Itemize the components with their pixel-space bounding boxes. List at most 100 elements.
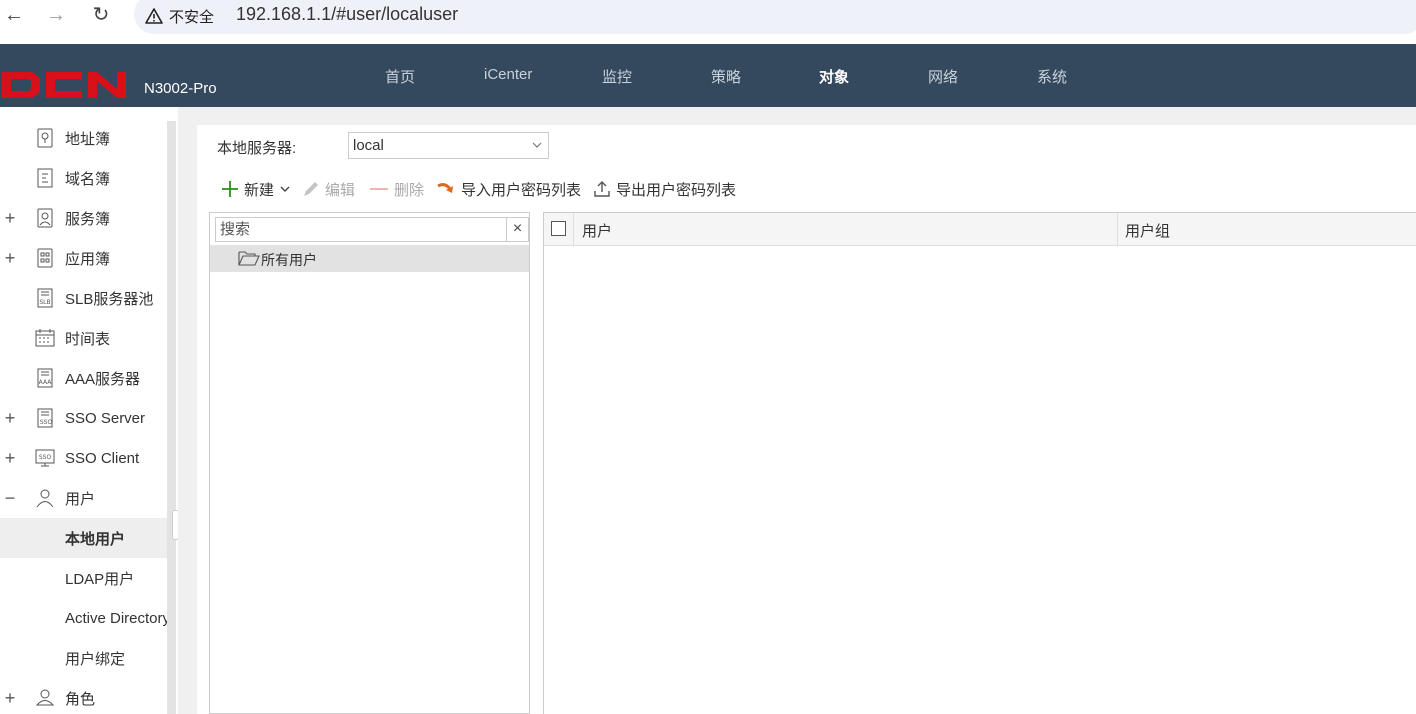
sidebar-item-label: Active Directory	[65, 609, 168, 627]
sidebar-item-label: SSO Server	[65, 409, 146, 427]
sidebar-item-slb-pool[interactable]: SLB SLB服务器池	[0, 278, 168, 318]
topnav-monitor[interactable]: 监控	[602, 66, 632, 87]
topnav-system[interactable]: 系统	[1037, 66, 1067, 87]
minus-icon	[370, 188, 388, 190]
topnav-home[interactable]: 首页	[385, 66, 415, 87]
sidebar-item-roles[interactable]: + 角色	[0, 678, 168, 714]
user-tree-panel	[209, 212, 530, 714]
new-button[interactable]: 新建	[221, 178, 295, 200]
back-arrow-icon[interactable]: ←	[2, 4, 26, 26]
sidebar-item-label: SSO Client	[65, 449, 140, 467]
sidebar-item-service-book[interactable]: + 服务簿	[0, 198, 168, 238]
sidebar: 地址簿 域名簿 + 服务簿 + 应用簿 SLB SLB服务器池 时间表 AAA …	[0, 107, 168, 714]
sidebar-item-domain-book[interactable]: 域名簿	[0, 158, 168, 198]
sidebar-item-label: LDAP用户	[65, 570, 135, 588]
user-table	[543, 212, 1416, 714]
sidebar-item-local-users[interactable]: 本地用户	[0, 518, 168, 558]
sidebar-item-label: 应用簿	[65, 250, 111, 268]
export-button[interactable]: 导出用户密码列表	[593, 178, 736, 200]
sidebar-scrollbar[interactable]	[167, 121, 176, 714]
server-select[interactable]: local	[348, 132, 549, 159]
select-all-checkbox[interactable]	[551, 221, 566, 236]
sidebar-item-label: 时间表	[65, 330, 111, 348]
export-icon	[594, 181, 610, 197]
sidebar-item-address-book[interactable]: 地址簿	[0, 118, 168, 158]
sidebar-item-app-book[interactable]: + 应用簿	[0, 238, 168, 278]
aaa-server-icon: AAA	[37, 368, 53, 388]
reload-icon[interactable]: ↻	[89, 4, 113, 26]
app-book-icon	[37, 248, 53, 268]
domain-book-icon	[37, 168, 53, 188]
chevron-down-icon	[280, 186, 290, 192]
calendar-icon	[35, 329, 55, 347]
edit-button[interactable]: 编辑	[302, 178, 355, 200]
sidebar-item-label: 用户绑定	[65, 650, 126, 668]
folder-open-icon	[238, 251, 260, 266]
topnav-policy[interactable]: 策略	[711, 66, 741, 87]
sso-server-icon: SSO	[37, 408, 53, 428]
user-icon	[36, 489, 54, 508]
sidebar-item-active-directory[interactable]: Active Directory	[0, 598, 168, 638]
sidebar-item-sso-server[interactable]: + SSO SSO Server	[0, 398, 168, 438]
topnav-icenter[interactable]: iCenter	[484, 66, 532, 83]
import-button[interactable]: 导入用户密码列表	[436, 178, 581, 200]
sidebar-item-label: 用户	[65, 490, 96, 508]
tree-node-all-users[interactable]: 所有用户	[210, 245, 529, 272]
server-label: 本地服务器:	[217, 140, 297, 157]
sidebar-item-ldap-users[interactable]: LDAP用户	[0, 558, 168, 598]
sidebar-item-sso-client[interactable]: + SSO SSO Client	[0, 438, 168, 478]
app-header: N3002-Pro	[0, 44, 1416, 107]
column-header-group[interactable]: 用户组	[1125, 220, 1170, 241]
svg-text:SSO: SSO	[40, 419, 53, 426]
device-model: N3002-Pro	[144, 80, 217, 97]
svg-text:AAA: AAA	[39, 379, 53, 386]
search-input[interactable]	[216, 218, 506, 241]
import-arrow-icon	[437, 183, 453, 193]
security-label: 不安全	[169, 8, 215, 26]
column-header-user[interactable]: 用户	[582, 220, 612, 241]
collapse-icon[interactable]: −	[3, 489, 17, 507]
chevron-down-icon	[532, 142, 542, 148]
browser-toolbar: ← → ↻ 不安全 192.168.1.1/#user/localuser	[0, 0, 1416, 44]
role-icon	[35, 689, 55, 706]
security-chip[interactable]: 不安全	[145, 5, 214, 27]
sidebar-item-label: AAA服务器	[65, 370, 141, 388]
expand-icon[interactable]: +	[3, 409, 17, 427]
close-icon[interactable]: ×	[506, 218, 528, 241]
expand-icon[interactable]: +	[3, 689, 17, 707]
sidebar-item-schedule[interactable]: 时间表	[0, 318, 168, 358]
sidebar-item-users[interactable]: − 用户	[0, 478, 168, 518]
svg-text:SLB: SLB	[39, 299, 50, 306]
warning-icon	[145, 8, 163, 24]
url-text[interactable]: 192.168.1.1/#user/localuser	[236, 4, 458, 25]
topnav-network[interactable]: 网络	[928, 66, 958, 87]
column-divider	[573, 213, 574, 246]
server-select-value: local	[353, 137, 384, 154]
dcn-logo	[2, 72, 126, 98]
map-pin-icon	[37, 128, 53, 148]
edit-label: 编辑	[325, 181, 356, 199]
search-box[interactable]: ×	[215, 217, 529, 242]
expand-icon[interactable]: +	[3, 249, 17, 267]
delete-button[interactable]: 删除	[369, 178, 424, 200]
slb-icon: SLB	[37, 288, 53, 308]
sidebar-item-label: 本地用户	[65, 530, 126, 548]
new-label: 新建	[244, 181, 275, 199]
sidebar-item-aaa-server[interactable]: AAA AAA服务器	[0, 358, 168, 398]
forward-arrow-icon[interactable]: →	[44, 4, 68, 26]
table-header	[544, 213, 1416, 246]
service-book-icon	[37, 208, 53, 228]
topnav-object[interactable]: 对象	[819, 66, 849, 87]
delete-label: 删除	[394, 181, 425, 199]
tree-node-label: 所有用户	[261, 252, 317, 268]
sidebar-item-label: 地址簿	[65, 130, 111, 148]
sidebar-item-label: SLB服务器池	[65, 290, 154, 308]
sidebar-item-user-binding[interactable]: 用户绑定	[0, 638, 168, 678]
expand-icon[interactable]: +	[3, 449, 17, 467]
column-divider[interactable]	[1117, 213, 1118, 246]
plus-icon	[222, 181, 238, 197]
export-label: 导出用户密码列表	[616, 181, 737, 199]
sso-client-icon: SSO	[35, 449, 55, 467]
expand-icon[interactable]: +	[3, 209, 17, 227]
pencil-icon	[304, 182, 318, 196]
